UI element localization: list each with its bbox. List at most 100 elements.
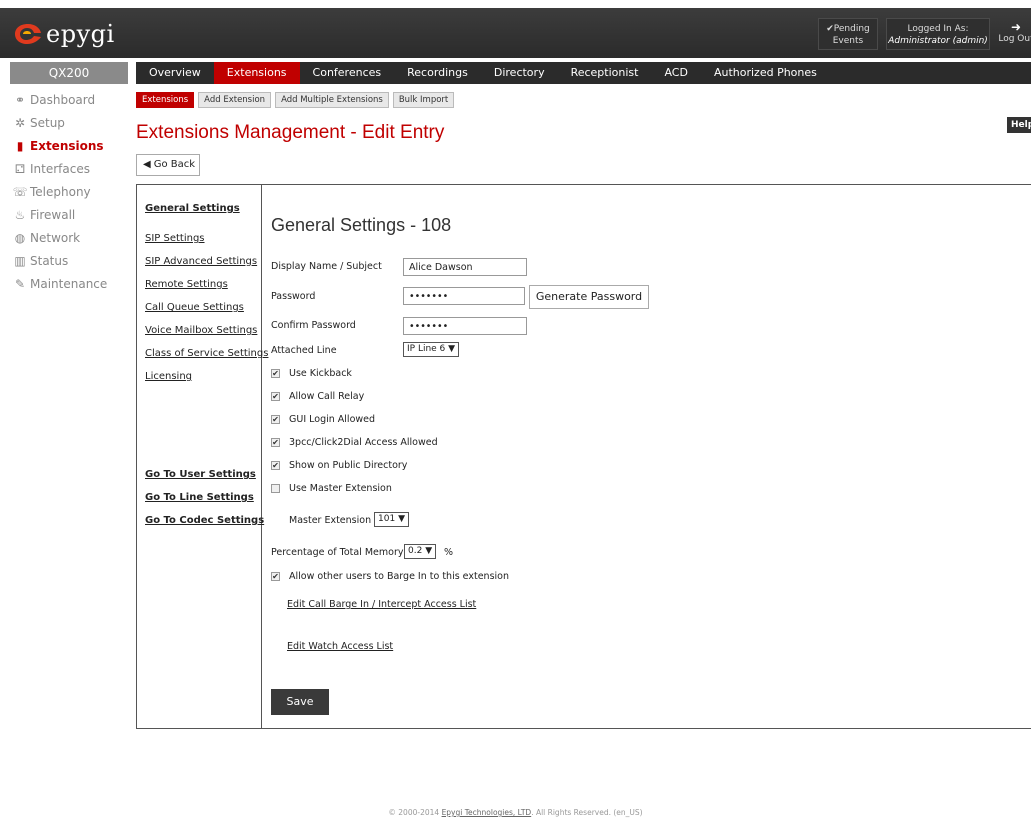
pending-events-button[interactable]: ✔Pending Events bbox=[818, 18, 878, 50]
use-master-extension-label: Use Master Extension bbox=[289, 482, 392, 494]
sidebar-item-interfaces[interactable]: ⚁ Interfaces bbox=[10, 157, 128, 180]
brand-name: epygi bbox=[46, 20, 115, 48]
logout-icon: ➜ bbox=[1010, 20, 1022, 34]
sidebar-item-firewall[interactable]: ♨ Firewall bbox=[10, 203, 128, 226]
logout-button[interactable]: ➜ Log Out bbox=[996, 18, 1031, 50]
display-name-input[interactable] bbox=[403, 258, 527, 276]
footer-company-link[interactable]: Epygi Technologies, LTD bbox=[442, 808, 532, 817]
sidebar-item-label: Extensions bbox=[30, 138, 104, 153]
tab-overview[interactable]: Overview bbox=[136, 62, 214, 84]
sidebar-item-telephony[interactable]: ☏ Telephony bbox=[10, 180, 128, 203]
sidebar-item-label: Interfaces bbox=[30, 161, 90, 176]
memory-percentage-value: 0.2 bbox=[408, 546, 423, 556]
back-arrow-icon: ◀ bbox=[143, 159, 151, 170]
confirm-password-label: Confirm Password bbox=[271, 320, 356, 331]
allow-call-relay-checkbox[interactable]: ✔ bbox=[271, 391, 280, 401]
phone-icon: ☏ bbox=[12, 184, 28, 199]
tab-authorized-phones[interactable]: Authorized Phones bbox=[701, 62, 830, 84]
public-directory-label: Show on Public Directory bbox=[289, 459, 408, 471]
use-master-extension-row[interactable]: Use Master Extension bbox=[271, 481, 392, 495]
network-tree-icon: ⚁ bbox=[14, 161, 26, 176]
link-go-to-line-settings[interactable]: Go To Line Settings bbox=[145, 492, 254, 503]
top-margin bbox=[0, 0, 1031, 8]
generate-password-button[interactable]: Generate Password bbox=[529, 285, 649, 309]
sidebar-item-label: Firewall bbox=[30, 207, 76, 222]
memory-unit: % bbox=[444, 547, 454, 558]
click2dial-checkbox[interactable]: ✔ bbox=[271, 437, 280, 447]
subtab-add-extension[interactable]: Add Extension bbox=[198, 92, 272, 108]
page-title: Extensions Management - Edit Entry bbox=[136, 122, 445, 143]
sidebar-item-maintenance[interactable]: ✎ Maintenance bbox=[10, 272, 128, 295]
globe-icon: ◍ bbox=[14, 230, 26, 245]
link-sip-advanced-settings[interactable]: SIP Advanced Settings bbox=[145, 256, 257, 267]
barge-in-checkbox[interactable]: ✔ bbox=[271, 571, 280, 581]
link-go-to-codec-settings[interactable]: Go To Codec Settings bbox=[145, 515, 264, 526]
tab-acd[interactable]: ACD bbox=[651, 62, 700, 84]
chevron-down-icon: ▼ bbox=[425, 546, 433, 556]
link-class-of-service-settings[interactable]: Class of Service Settings bbox=[145, 348, 268, 359]
use-kickback-row[interactable]: ✔ Use Kickback bbox=[271, 366, 352, 380]
subtab-bulk-import[interactable]: Bulk Import bbox=[392, 92, 455, 108]
gui-login-checkbox[interactable]: ✔ bbox=[271, 414, 280, 424]
sidebar-item-dashboard[interactable]: ⚭ Dashboard bbox=[10, 88, 128, 111]
use-kickback-checkbox[interactable]: ✔ bbox=[271, 368, 280, 378]
logged-in-label: Logged In As: bbox=[907, 24, 969, 34]
sidebar-item-label: Status bbox=[30, 253, 69, 268]
link-sip-settings[interactable]: SIP Settings bbox=[145, 233, 205, 244]
sidebar-item-label: Maintenance bbox=[30, 276, 108, 291]
logged-in-box: Logged In As: Administrator (admin) bbox=[886, 18, 990, 50]
link-voice-mailbox-settings[interactable]: Voice Mailbox Settings bbox=[145, 325, 257, 336]
barge-in-row[interactable]: ✔ Allow other users to Barge In to this e… bbox=[271, 569, 509, 583]
go-back-button[interactable]: ◀ Go Back bbox=[136, 154, 200, 176]
link-general-settings[interactable]: General Settings bbox=[145, 203, 240, 214]
public-directory-checkbox[interactable]: ✔ bbox=[271, 460, 280, 470]
edit-entry-panel: General Settings SIP Settings SIP Advanc… bbox=[136, 184, 1031, 729]
tab-recordings[interactable]: Recordings bbox=[394, 62, 481, 84]
allow-call-relay-row[interactable]: ✔ Allow Call Relay bbox=[271, 389, 364, 403]
link-go-to-user-settings[interactable]: Go To User Settings bbox=[145, 469, 256, 480]
gui-login-row[interactable]: ✔ GUI Login Allowed bbox=[271, 412, 375, 426]
footer-copyright: © 2000-2014 bbox=[388, 808, 440, 817]
sidebar: ⚭ Dashboard ✲ Setup ▮ Extensions ⚁ Interface… bbox=[10, 88, 128, 295]
master-extension-select[interactable]: 101 ▼ bbox=[374, 512, 409, 527]
events-label: Events bbox=[832, 36, 864, 46]
attached-line-value: IP Line 6 bbox=[407, 344, 446, 354]
use-master-extension-checkbox[interactable] bbox=[271, 483, 280, 493]
master-extension-label: Master Extension bbox=[289, 515, 372, 526]
password-input[interactable] bbox=[403, 287, 525, 305]
flame-icon: ♨ bbox=[14, 207, 26, 222]
subtab-add-multiple-extensions[interactable]: Add Multiple Extensions bbox=[275, 92, 389, 108]
use-kickback-label: Use Kickback bbox=[289, 367, 352, 379]
edit-watch-access-list-link[interactable]: Edit Watch Access List bbox=[287, 641, 393, 652]
sidebar-item-setup[interactable]: ✲ Setup bbox=[10, 111, 128, 134]
brand-logo[interactable]: epygi bbox=[14, 20, 115, 48]
save-button[interactable]: Save bbox=[271, 689, 329, 715]
tab-receptionist[interactable]: Receptionist bbox=[558, 62, 652, 84]
go-back-label: Go Back bbox=[153, 159, 196, 170]
link-licensing[interactable]: Licensing bbox=[145, 371, 192, 382]
sub-nav: Extensions Add Extension Add Multiple Ex… bbox=[136, 92, 455, 108]
password-label: Password bbox=[271, 291, 316, 302]
subtab-extensions[interactable]: Extensions bbox=[136, 92, 195, 108]
sidebar-item-extensions[interactable]: ▮ Extensions bbox=[10, 134, 128, 157]
memory-percentage-select[interactable]: 0.2 ▼ bbox=[404, 544, 437, 559]
tab-conferences[interactable]: Conferences bbox=[300, 62, 395, 84]
edit-barge-in-access-list-link[interactable]: Edit Call Barge In / Intercept Access Li… bbox=[287, 599, 476, 610]
help-button[interactable]: Help bbox=[1007, 117, 1031, 133]
link-call-queue-settings[interactable]: Call Queue Settings bbox=[145, 302, 244, 313]
public-directory-row[interactable]: ✔ Show on Public Directory bbox=[271, 458, 407, 472]
display-name-label: Display Name / Subject bbox=[271, 261, 382, 272]
tab-extensions[interactable]: Extensions bbox=[213, 62, 300, 84]
book-icon: ▮ bbox=[16, 138, 24, 153]
sidebar-item-label: Network bbox=[30, 230, 81, 245]
sidebar-item-network[interactable]: ◍ Network bbox=[10, 226, 128, 249]
confirm-password-input[interactable] bbox=[403, 317, 527, 335]
settings-nav: General Settings SIP Settings SIP Advanc… bbox=[137, 185, 268, 728]
click2dial-row[interactable]: ✔ 3pcc/Click2Dial Access Allowed bbox=[271, 435, 438, 449]
link-remote-settings[interactable]: Remote Settings bbox=[145, 279, 228, 290]
tab-directory[interactable]: Directory bbox=[481, 62, 558, 84]
attached-line-select[interactable]: IP Line 6 ▼ bbox=[403, 342, 460, 357]
sidebar-item-status[interactable]: ▥ Status bbox=[10, 249, 128, 272]
logged-in-user: Administrator (admin) bbox=[888, 36, 988, 46]
app-header: epygi ✔Pending Events Logged In As: Admi… bbox=[0, 8, 1031, 58]
